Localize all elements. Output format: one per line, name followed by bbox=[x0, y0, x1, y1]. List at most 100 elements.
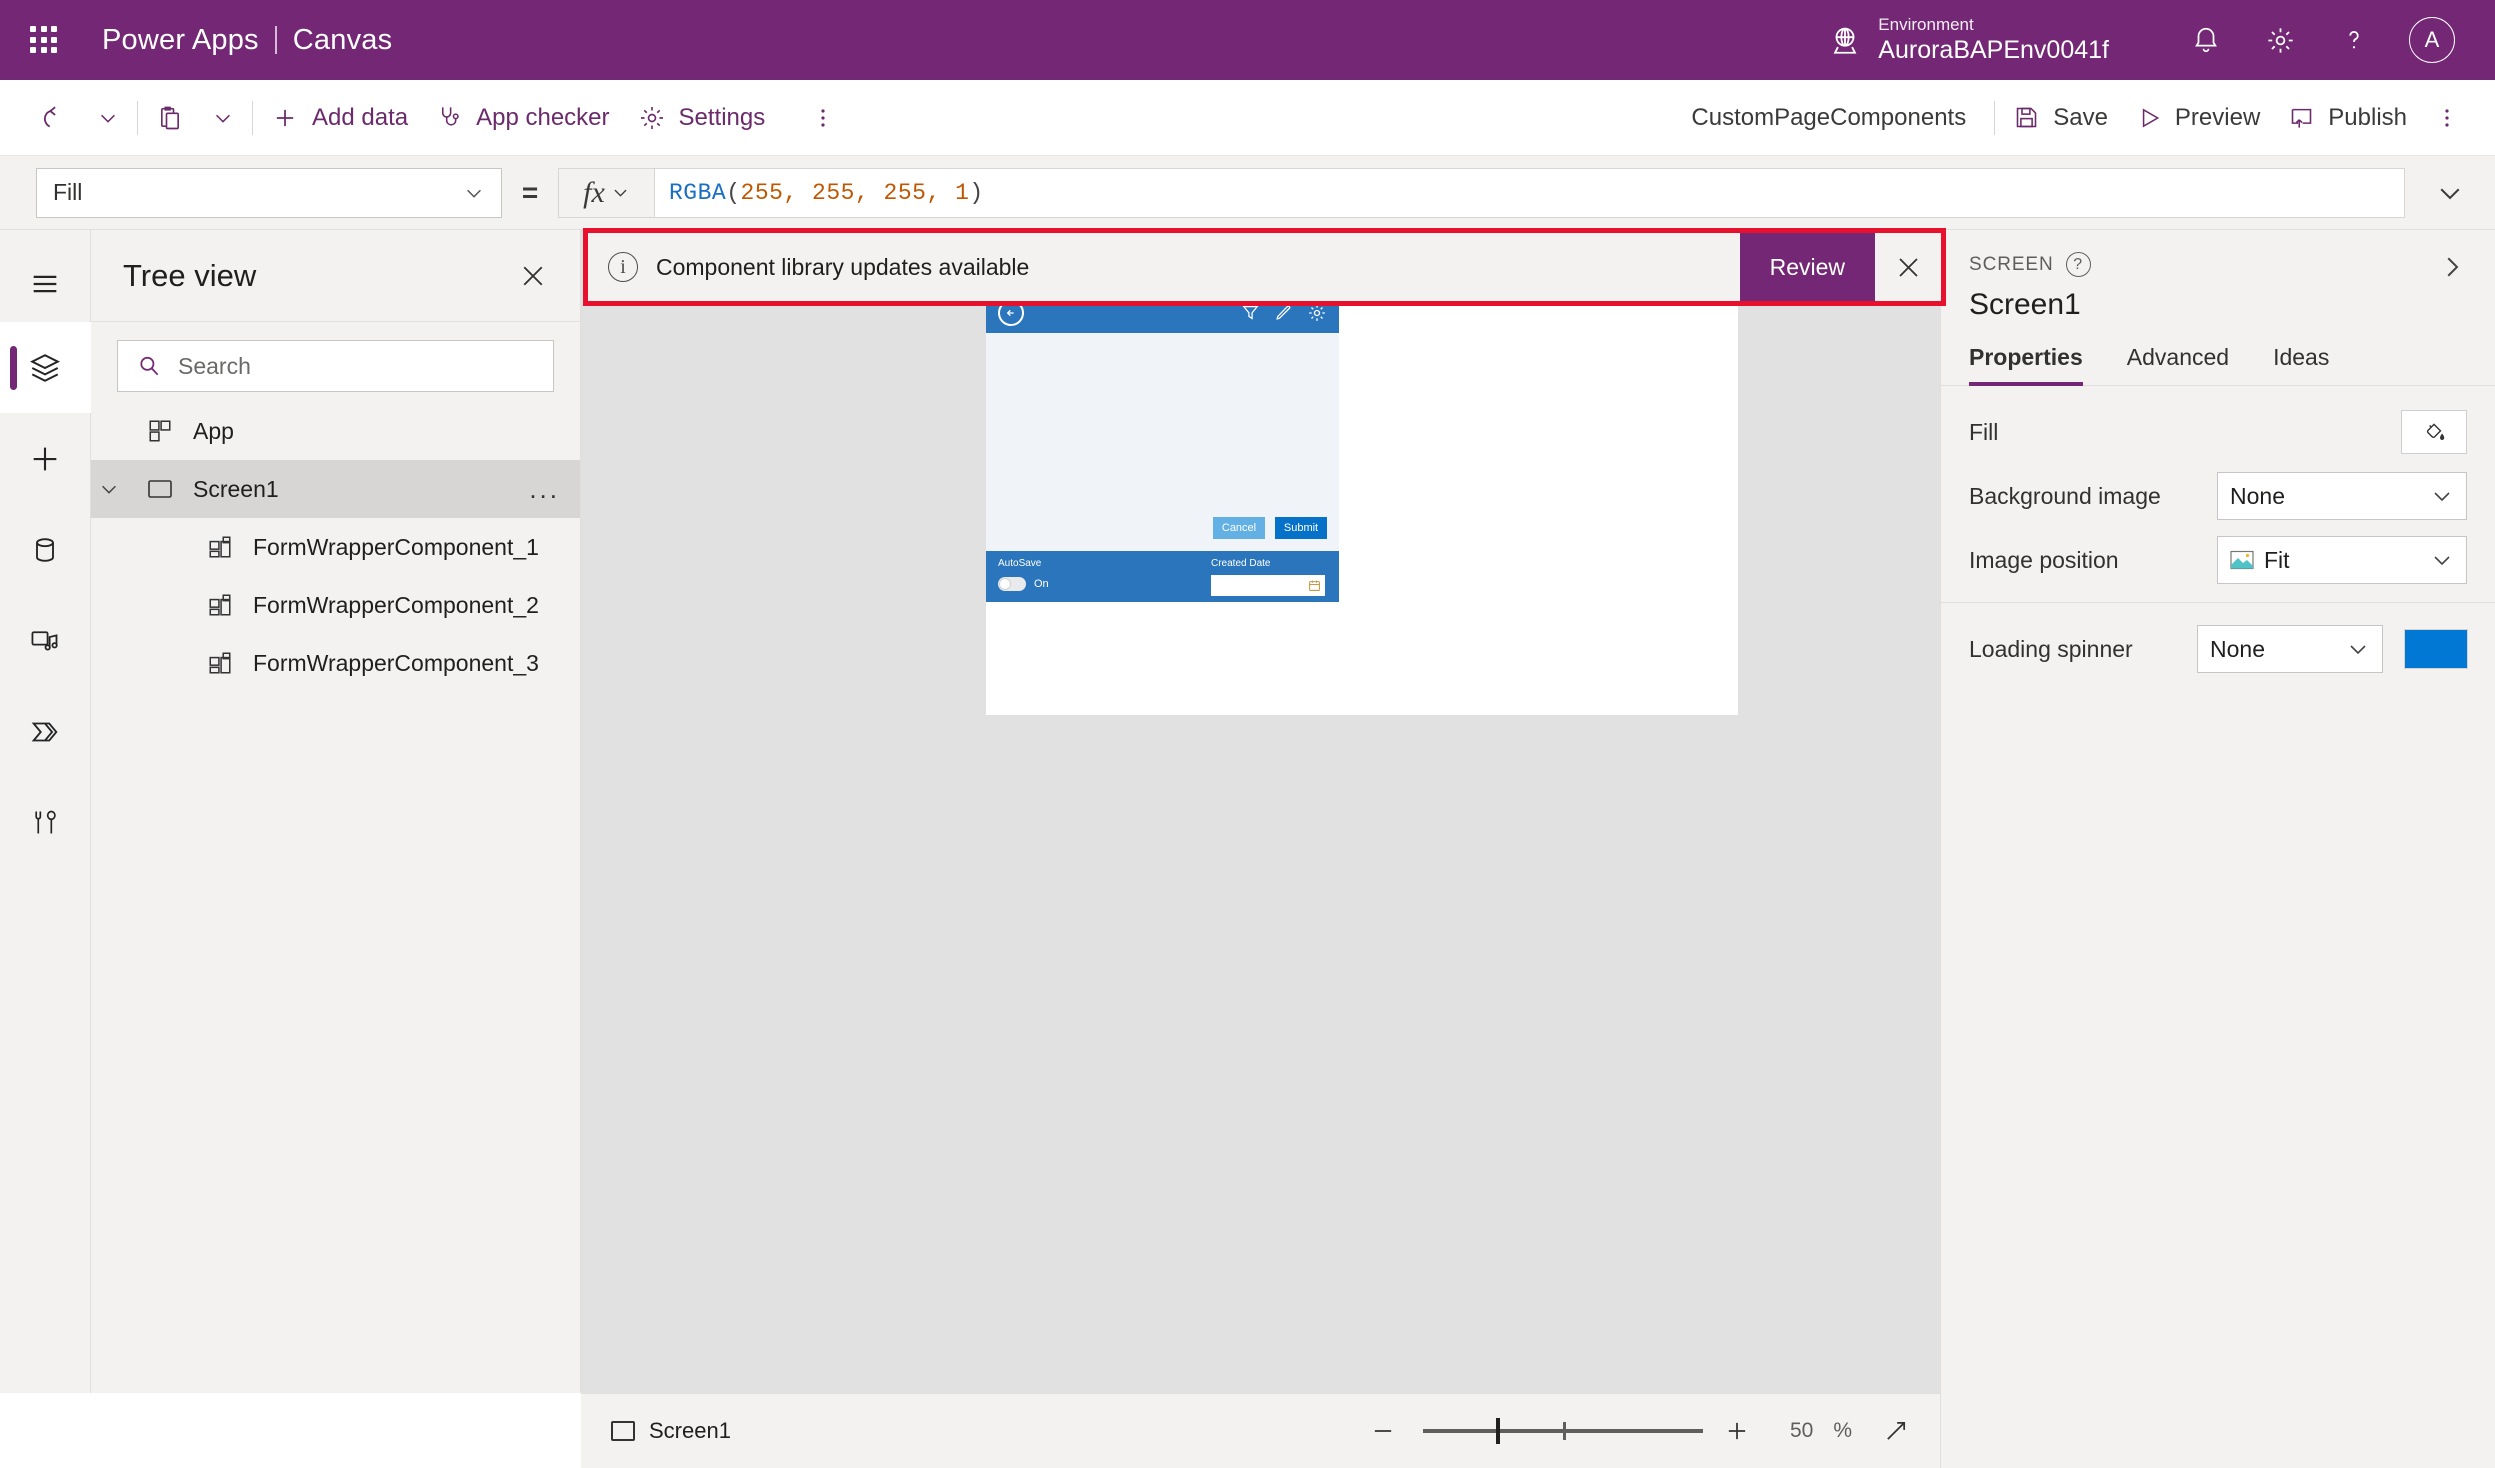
formula-arguments: 255, 255, 255, 1 bbox=[740, 179, 970, 206]
database-icon bbox=[29, 534, 61, 566]
play-icon bbox=[2136, 105, 2162, 131]
background-image-dropdown[interactable]: None bbox=[2217, 472, 2467, 520]
divider bbox=[137, 100, 138, 135]
sidebar-item-power-automate[interactable] bbox=[0, 686, 91, 777]
zoom-unit: % bbox=[1833, 1419, 1852, 1442]
formula-expand-button[interactable] bbox=[2405, 178, 2495, 208]
hamburger-icon[interactable] bbox=[0, 246, 91, 322]
layers-icon bbox=[28, 351, 62, 385]
review-button[interactable]: Review bbox=[1739, 233, 1875, 301]
tree-item-label: FormWrapperComponent_2 bbox=[253, 591, 539, 618]
bell-icon[interactable] bbox=[2169, 3, 2243, 77]
tab-properties[interactable]: Properties bbox=[1969, 344, 2083, 386]
plus-icon bbox=[28, 442, 62, 476]
tab-advanced[interactable]: Advanced bbox=[2127, 344, 2229, 385]
submit-button[interactable]: Submit bbox=[1275, 517, 1327, 539]
app-checker-button[interactable]: App checker bbox=[422, 90, 623, 146]
fit-screen-icon[interactable] bbox=[1882, 1417, 1910, 1445]
sidebar-item-tree-view[interactable] bbox=[0, 322, 91, 413]
chevron-down-icon bbox=[2435, 178, 2465, 208]
globe-icon bbox=[1828, 23, 1862, 57]
zoom-slider-thumb[interactable] bbox=[1496, 1418, 1501, 1444]
divider bbox=[1994, 100, 1996, 135]
tree-item-overflow-button[interactable]: ... bbox=[529, 474, 560, 505]
autosave-toggle[interactable] bbox=[998, 577, 1026, 591]
created-date-input[interactable] bbox=[1211, 575, 1325, 596]
help-icon[interactable]: ? bbox=[2065, 252, 2091, 277]
undo-dropdown[interactable] bbox=[83, 90, 133, 146]
command-overflow-button[interactable] bbox=[797, 90, 849, 146]
brand-name: Power Apps bbox=[102, 23, 259, 56]
avatar[interactable]: A bbox=[2409, 17, 2455, 63]
paste-dropdown[interactable] bbox=[198, 90, 248, 146]
search-box[interactable] bbox=[117, 340, 554, 392]
publish-overflow-button[interactable] bbox=[2421, 90, 2473, 146]
search-input[interactable] bbox=[178, 352, 535, 380]
tree-item-label: FormWrapperComponent_1 bbox=[253, 533, 539, 560]
section-label-text: SCREEN bbox=[1969, 253, 2054, 275]
zoom-out-button[interactable] bbox=[1369, 1417, 1403, 1445]
save-icon bbox=[2013, 104, 2040, 131]
tree-item-screen1[interactable]: Screen1 ... bbox=[91, 460, 580, 518]
tree-item-formwrappercomponent-3[interactable]: FormWrapperComponent_3 bbox=[91, 634, 580, 692]
loading-spinner-value: None bbox=[2210, 635, 2265, 662]
preview-button[interactable]: Preview bbox=[2122, 90, 2274, 146]
fill-bucket-icon bbox=[2421, 419, 2447, 445]
settings-button[interactable]: Settings bbox=[624, 90, 780, 146]
power-automate-icon bbox=[28, 715, 62, 749]
zoom-in-button[interactable] bbox=[1723, 1417, 1757, 1445]
fx-button[interactable]: fx bbox=[558, 167, 654, 218]
sidebar-item-media[interactable] bbox=[0, 595, 91, 686]
tree-item-formwrappercomponent-1[interactable]: FormWrapperComponent_1 bbox=[91, 518, 580, 576]
chevron-down-icon bbox=[97, 107, 119, 129]
property-row-image-position: Image position Fit bbox=[1941, 528, 2495, 592]
settings-label: Settings bbox=[678, 103, 766, 131]
zoom-slider[interactable] bbox=[1423, 1416, 1704, 1446]
image-position-dropdown[interactable]: Fit bbox=[2217, 536, 2467, 584]
tree-item-app[interactable]: App bbox=[91, 402, 580, 460]
app-preview-footer: AutoSave On Created Date bbox=[986, 551, 1339, 602]
sidebar-item-insert[interactable] bbox=[0, 413, 91, 504]
image-icon bbox=[2230, 550, 2254, 570]
add-data-button[interactable]: Add data bbox=[257, 90, 422, 146]
close-icon[interactable] bbox=[1875, 233, 1941, 301]
paste-button[interactable] bbox=[142, 90, 198, 146]
chevron-down-icon bbox=[2346, 637, 2370, 661]
property-row-loading-spinner: Loading spinner None bbox=[1941, 617, 2495, 681]
loading-spinner-color-swatch[interactable] bbox=[2405, 630, 2467, 668]
close-icon[interactable] bbox=[518, 261, 548, 291]
divider bbox=[252, 100, 253, 135]
brand-product: Canvas bbox=[292, 23, 393, 56]
notification-banner: i Component library updates available Re… bbox=[583, 228, 1946, 306]
screen-icon bbox=[611, 1421, 635, 1441]
status-bar-screen[interactable]: Screen1 bbox=[611, 1418, 731, 1444]
fill-color-button[interactable] bbox=[2401, 410, 2467, 454]
tab-ideas[interactable]: Ideas bbox=[2273, 344, 2329, 385]
publish-button[interactable]: Publish bbox=[2274, 90, 2421, 146]
sidebar-item-data[interactable] bbox=[0, 504, 91, 595]
autosave-group: AutoSave On bbox=[998, 558, 1049, 591]
loading-spinner-dropdown[interactable]: None bbox=[2197, 625, 2383, 673]
calendar-icon[interactable] bbox=[1308, 579, 1321, 592]
app-screen-preview[interactable]: Cancel Submit AutoSave On Created Date bbox=[986, 292, 1339, 628]
cancel-button[interactable]: Cancel bbox=[1213, 517, 1265, 539]
help-icon[interactable] bbox=[2317, 3, 2391, 77]
undo-button[interactable] bbox=[26, 90, 83, 146]
artboard[interactable]: Cancel Submit AutoSave On Created Date bbox=[986, 292, 1738, 715]
chevron-down-icon[interactable] bbox=[91, 478, 127, 500]
panel-expand-button[interactable] bbox=[2437, 252, 2467, 282]
canvas-area[interactable]: Cancel Submit AutoSave On Created Date bbox=[581, 230, 1940, 1393]
autosave-state: On bbox=[1034, 578, 1049, 590]
save-button[interactable]: Save bbox=[1999, 90, 2122, 146]
property-row-background-image: Background image None bbox=[1941, 464, 2495, 528]
gear-icon[interactable] bbox=[2243, 3, 2317, 77]
property-dropdown[interactable]: Fill bbox=[36, 167, 502, 218]
environment-picker[interactable]: Environment AuroraBAPEnv0041f bbox=[1828, 14, 2109, 67]
formula-input[interactable]: RGBA(255, 255, 255, 1) bbox=[654, 167, 2405, 218]
page-title: Tree view bbox=[123, 257, 257, 293]
undo-icon bbox=[40, 103, 69, 132]
more-vertical-icon bbox=[2435, 105, 2459, 131]
tree-item-formwrappercomponent-2[interactable]: FormWrapperComponent_2 bbox=[91, 576, 580, 634]
sidebar-item-variables[interactable] bbox=[0, 777, 91, 868]
waffle-icon[interactable] bbox=[26, 22, 62, 58]
